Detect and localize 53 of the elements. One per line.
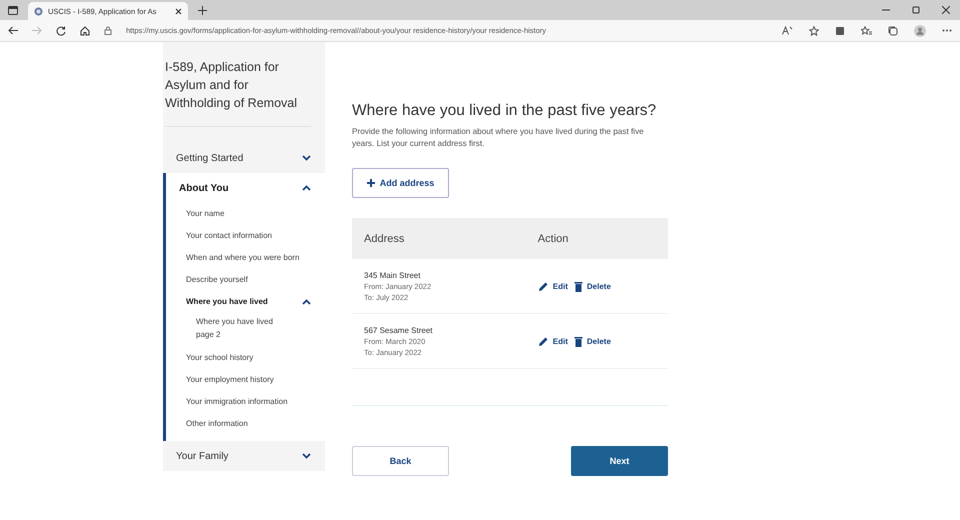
close-icon[interactable]: [175, 8, 182, 14]
new-tab-icon[interactable]: [198, 6, 207, 14]
more-icon[interactable]: [942, 29, 952, 32]
sidebar-section[interactable]: About You: [166, 173, 325, 203]
street-text: 345 Main Street: [364, 270, 422, 280]
chevron-up-icon: [302, 185, 311, 191]
page-heading: Where have you lived in the past five years?: [352, 102, 658, 120]
street-text: 567 Sesame Street: [364, 324, 434, 336]
sidebar-section[interactable]: Getting Started: [163, 143, 325, 173]
add-address-button[interactable]: Add address: [352, 168, 449, 198]
sidebar-item[interactable]: Your school history: [166, 347, 325, 369]
sidebar-item[interactable]: Your name: [166, 203, 325, 225]
chevron-down-icon: [302, 453, 311, 459]
chevron-up-icon: [302, 298, 311, 304]
back-button[interactable]: Back: [352, 446, 449, 476]
plus-icon: [366, 179, 375, 187]
column-header: Address: [352, 218, 526, 259]
favorites-icon[interactable]: [861, 26, 872, 36]
page-description: Provide the following information about where you have lived during the past five years. List your current address first.: [352, 126, 645, 150]
sidebar-item[interactable]: Your employment history: [166, 369, 325, 391]
edit-button[interactable]: Edit: [538, 336, 568, 346]
sidebar-item[interactable]: Your immigration information: [166, 391, 325, 413]
chevron-down-icon: [302, 155, 311, 161]
sidebar-subitem[interactable]: Where you have lived page 2: [166, 313, 325, 347]
collections-icon[interactable]: [888, 26, 898, 36]
next-button[interactable]: Next: [571, 446, 668, 476]
edit-button[interactable]: Edit: [538, 280, 568, 292]
form-title: I-589, Application for Asylum and for Withholding of Removal: [165, 58, 311, 127]
close-icon[interactable]: [942, 6, 950, 14]
extension-icon[interactable]: [835, 26, 845, 36]
sidebar-item[interactable]: Your contact information: [166, 225, 325, 247]
star-icon[interactable]: [809, 26, 819, 36]
seal-icon: [34, 6, 43, 16]
column-header: Action: [526, 218, 668, 259]
maximize-icon[interactable]: [912, 6, 920, 14]
lock-icon: [104, 26, 112, 35]
sidebar-section[interactable]: Your Family: [163, 441, 325, 471]
trash-icon: [574, 336, 583, 346]
reload-icon[interactable]: [56, 26, 66, 36]
pencil-icon: [538, 280, 549, 292]
sidebar-item[interactable]: Where you have lived: [166, 291, 325, 313]
delete-button[interactable]: Delete: [574, 280, 611, 292]
tab-actions-icon[interactable]: [8, 6, 18, 14]
back-arrow-icon[interactable]: [8, 26, 18, 35]
pencil-icon: [538, 336, 549, 346]
read-aloud-icon[interactable]: [782, 26, 793, 35]
sidebar-item[interactable]: When and where you were born: [166, 247, 325, 269]
profile-icon[interactable]: [914, 24, 926, 36]
home-icon[interactable]: [80, 26, 90, 36]
sidebar-item[interactable]: Other information: [166, 413, 325, 435]
sidebar-item[interactable]: Describe yourself: [166, 269, 325, 291]
delete-button[interactable]: Delete: [574, 336, 611, 346]
trash-icon: [574, 280, 583, 292]
